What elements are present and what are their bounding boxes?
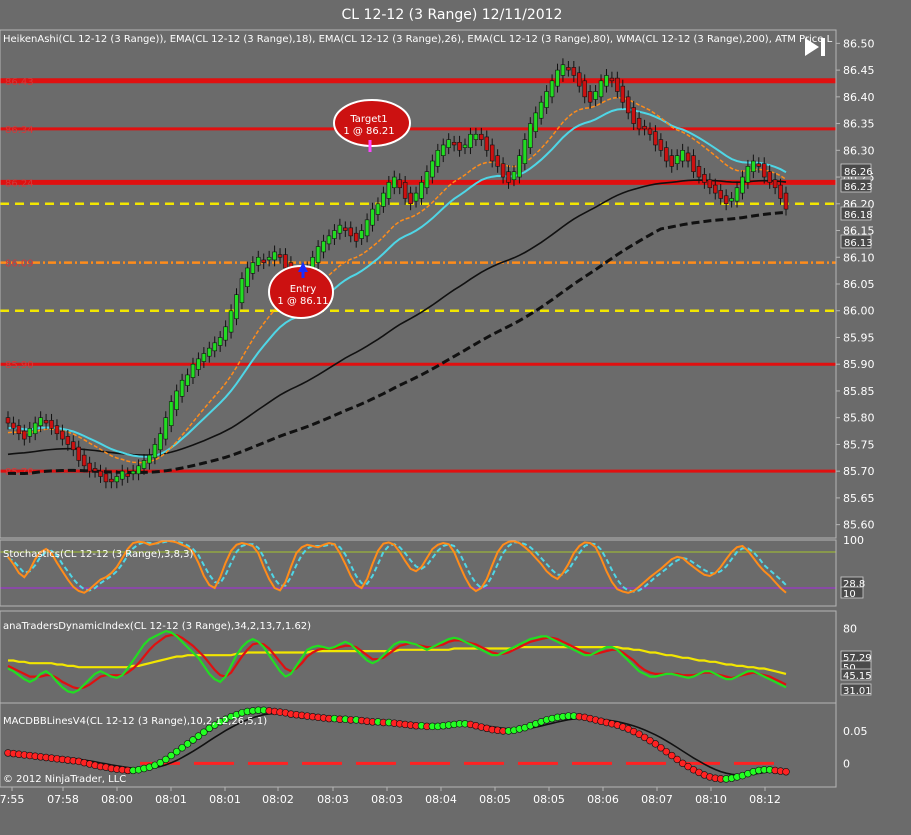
stochastics-axis-label: 100	[843, 534, 864, 547]
price-level-label: 86.34	[5, 125, 34, 136]
entry-annotation-value: 1 @ 86.11	[277, 296, 328, 307]
price-axis-label: 85.60	[843, 519, 875, 532]
macd-dot	[782, 768, 790, 776]
price-axis-label: 85.75	[843, 438, 875, 451]
price-axis-label: 86.50	[843, 37, 875, 50]
tdi-legend: anaTradersDynamicIndex(CL 12-12 (3 Range…	[3, 621, 311, 632]
stochastics-legend: Stochastics(CL 12-12 (3 Range),3,8,3)	[3, 549, 193, 560]
time-axis-label: 08:07	[641, 793, 673, 806]
time-axis-label: 08:05	[533, 793, 565, 806]
time-axis-label: 08:06	[587, 793, 619, 806]
price-axis-label: 86.40	[843, 91, 875, 104]
window-title: CL 12-12 (3 Range) 12/11/2012	[342, 7, 563, 23]
price-axis-label: 86.35	[843, 118, 875, 131]
price-axis-label: 86.05	[843, 278, 875, 291]
tdi-value-label: 31.01	[843, 686, 872, 697]
skip-forward-icon-bar[interactable]	[821, 38, 825, 56]
chart-canvas: CL 12-12 (3 Range) 12/11/2012 86.43 86.34…	[0, 0, 911, 831]
entry-annotation-label: Entry	[290, 284, 317, 295]
tdi-axis-label: 80	[843, 622, 857, 635]
price-level-label: 86.09	[5, 259, 34, 270]
price-axis-label: 86.00	[843, 305, 875, 318]
entry-arrow-stem	[301, 271, 305, 278]
price-badge-label: 86.13	[844, 238, 873, 249]
time-axis-label: 08:05	[479, 793, 511, 806]
time-axis-label: 07:58	[47, 793, 79, 806]
price-badge-label: 86.23	[844, 182, 873, 193]
tdi-value-label: 45.15	[843, 671, 872, 682]
trading-chart-window: CL 12-12 (3 Range) 12/11/2012 86.43 86.34…	[0, 0, 911, 831]
macd-legend: MACDBBLinesV4(CL 12-12 (3 Range),10,2,12…	[3, 716, 267, 727]
time-axis-label: 08:03	[371, 793, 403, 806]
time-axis-label: 08:01	[155, 793, 187, 806]
price-axis-label: 85.95	[843, 331, 875, 344]
price-axis-label: 86.30	[843, 144, 875, 157]
time-axis-label: 08:01	[209, 793, 241, 806]
time-axis-label: 08:00	[101, 793, 133, 806]
target-annotation-label: Target1	[349, 114, 387, 125]
price-axis-label: 86.10	[843, 251, 875, 264]
price-badge-label: 86.26	[844, 167, 873, 178]
price-axis-label: 85.85	[843, 385, 875, 398]
price-badge-label: 86.18	[844, 210, 873, 221]
time-axis-label: 08:12	[749, 793, 781, 806]
price-level-label: 85.90	[5, 360, 34, 371]
time-axis-label: 7:55	[0, 793, 24, 806]
stochastics-value-label: 10	[843, 589, 856, 600]
time-axis-label: 08:03	[317, 793, 349, 806]
chart-background	[0, 0, 911, 831]
price-level-label: 86.43	[5, 77, 34, 88]
macd-axis-label: 0.05	[843, 725, 868, 738]
macd-axis-label: 0	[843, 757, 850, 770]
time-axis-label: 08:10	[695, 793, 727, 806]
time-axis-label: 08:04	[425, 793, 457, 806]
time-axis-label: 08:02	[262, 793, 294, 806]
copyright-text: © 2012 NinjaTrader, LLC	[3, 774, 126, 785]
price-axis-label: 85.65	[843, 492, 875, 505]
price-level-label: 86.24	[5, 178, 34, 189]
price-axis-label: 86.45	[843, 64, 875, 77]
price-panel-legend: HeikenAshi(CL 12-12 (3 Range)), EMA(CL 1…	[3, 34, 833, 45]
price-axis-label: 85.80	[843, 412, 875, 425]
price-axis-label: 85.90	[843, 358, 875, 371]
target-annotation-value: 1 @ 86.21	[343, 126, 394, 137]
price-axis-label: 85.70	[843, 465, 875, 478]
